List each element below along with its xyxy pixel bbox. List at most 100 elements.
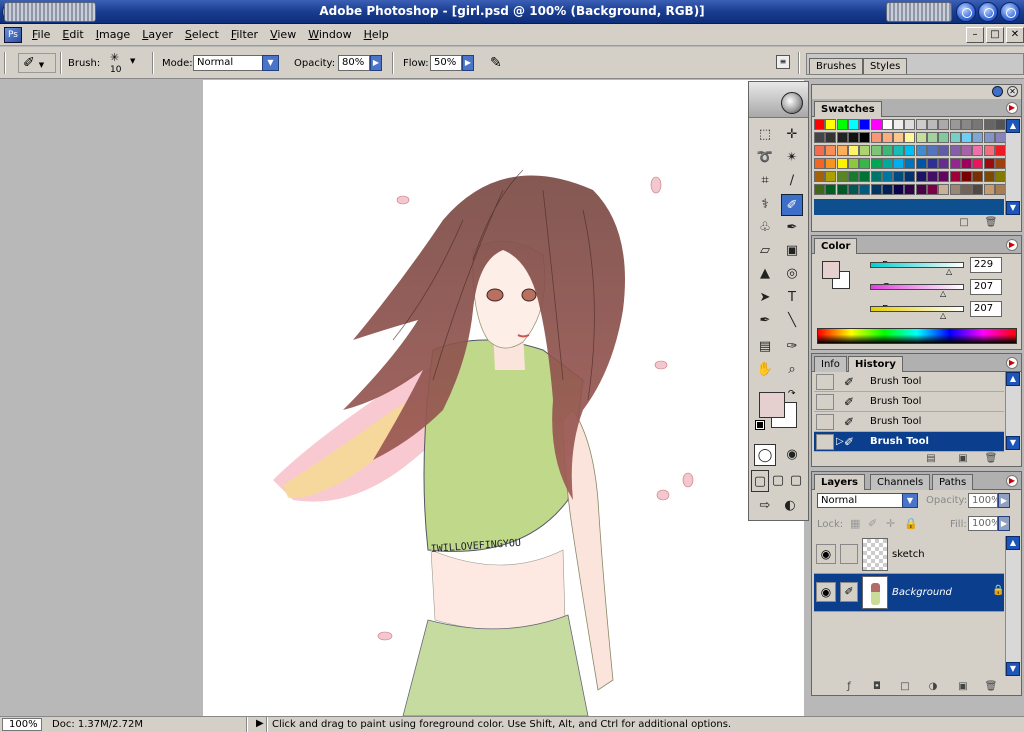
color-swatch[interactable] xyxy=(983,119,995,130)
maximize-window-button[interactable] xyxy=(978,2,998,22)
color-swatch[interactable] xyxy=(949,119,961,130)
color-swatch[interactable] xyxy=(949,145,961,156)
color-swatch[interactable] xyxy=(983,184,995,195)
menu-filter[interactable]: Filter xyxy=(225,28,264,41)
menu-layer[interactable]: Layer xyxy=(136,28,179,41)
brush-tool-icon[interactable]: ✐ xyxy=(781,194,803,216)
color-swatch[interactable] xyxy=(904,171,916,182)
doc-restore-button[interactable]: □ xyxy=(986,27,1004,43)
color-swatch[interactable] xyxy=(825,158,837,169)
eraser-tool-icon[interactable]: ▱ xyxy=(754,240,776,262)
document-icon[interactable]: Ps xyxy=(4,26,22,43)
layer-mask-icon[interactable]: ◘ xyxy=(870,681,884,693)
zoom-level-input[interactable]: 100% xyxy=(2,718,42,731)
color-swatch[interactable] xyxy=(870,184,882,195)
minimize-panel-icon[interactable] xyxy=(992,86,1003,97)
slider-thumb-icon[interactable]: △ xyxy=(940,289,946,298)
color-swatch[interactable] xyxy=(949,184,961,195)
slider-thumb-icon[interactable]: △ xyxy=(946,267,952,276)
color-swatch[interactable] xyxy=(814,145,825,156)
new-snapshot-icon[interactable]: ▣ xyxy=(956,453,970,465)
history-brush-tool-icon[interactable]: ✒ xyxy=(781,217,803,239)
standard-mode-icon[interactable]: ◯ xyxy=(754,444,776,466)
color-swatch[interactable] xyxy=(972,171,984,182)
adobe-online-icon[interactable] xyxy=(781,92,803,114)
tab-styles[interactable]: Styles xyxy=(863,58,908,74)
history-item-current[interactable]: ▷ ✐ Brush Tool xyxy=(814,432,1004,452)
blue-value-input[interactable]: 207 xyxy=(970,301,1002,317)
scroll-up-icon[interactable]: ▲ xyxy=(1006,119,1020,133)
scroll-up-icon[interactable]: ▲ xyxy=(1006,536,1020,550)
clone-stamp-tool-icon[interactable]: ♧ xyxy=(754,217,776,239)
pen-tool-icon[interactable]: ✒ xyxy=(754,310,776,332)
color-swatch[interactable] xyxy=(881,145,893,156)
swatch-grid[interactable] xyxy=(814,119,1006,203)
layer-row-sketch[interactable]: ◉ sketch xyxy=(814,536,1004,574)
panel-menu-icon[interactable]: ▶ xyxy=(1006,102,1018,114)
layer-link-cell[interactable] xyxy=(840,544,858,564)
history-scrollbar[interactable]: ▲ ▼ xyxy=(1005,372,1020,450)
color-swatch[interactable] xyxy=(938,158,950,169)
menu-window[interactable]: Window xyxy=(302,28,357,41)
color-swatch[interactable] xyxy=(904,119,916,130)
opacity-input[interactable]: 80% xyxy=(338,55,370,71)
menu-help[interactable]: Help xyxy=(358,28,395,41)
eye-icon[interactable]: ◉ xyxy=(816,544,836,564)
color-swatch[interactable] xyxy=(972,158,984,169)
history-item[interactable]: ✐ Brush Tool xyxy=(814,392,1004,412)
palette-well-toggle-icon[interactable]: ≡ xyxy=(776,55,790,69)
gradient-tool-icon[interactable]: ▣ xyxy=(781,240,803,262)
doc-close-button[interactable]: ✕ xyxy=(1006,27,1024,43)
color-swatch[interactable] xyxy=(814,171,825,182)
type-tool-icon[interactable]: T xyxy=(781,287,803,309)
color-swatch[interactable] xyxy=(938,119,950,130)
healing-brush-tool-icon[interactable]: ⚕ xyxy=(754,194,776,216)
jump-to-imageready-icon[interactable]: ⇨ xyxy=(754,495,776,517)
hand-tool-icon[interactable]: ✋ xyxy=(754,359,776,381)
color-swatch[interactable] xyxy=(915,158,927,169)
layer-opacity-slider-button[interactable]: ▶ xyxy=(998,493,1010,508)
tab-history[interactable]: History xyxy=(848,356,903,372)
standard-screen-mode-icon[interactable]: ▢ xyxy=(751,470,769,492)
history-item[interactable]: ✐ Brush Tool xyxy=(814,412,1004,432)
blue-slider[interactable] xyxy=(870,306,964,312)
layer-row-background[interactable]: ◉ ✐ Background 🔒 xyxy=(814,574,1004,612)
history-snapshot-cell[interactable] xyxy=(816,394,834,410)
tab-brushes[interactable]: Brushes xyxy=(809,58,864,74)
color-swatch[interactable] xyxy=(938,132,950,143)
tab-color[interactable]: Color xyxy=(814,238,858,254)
tab-info[interactable]: Info xyxy=(814,356,847,372)
color-swatch[interactable] xyxy=(893,132,905,143)
color-swatch[interactable] xyxy=(983,132,995,143)
color-swatch[interactable] xyxy=(960,145,972,156)
color-swatch[interactable] xyxy=(836,119,848,130)
color-swatch[interactable] xyxy=(847,184,859,195)
color-swatch[interactable] xyxy=(870,132,882,143)
color-swatch[interactable] xyxy=(904,184,916,195)
move-tool-icon[interactable]: ✛ xyxy=(781,124,803,146)
lock-image-icon[interactable]: ✐ xyxy=(868,517,877,530)
color-swatch[interactable] xyxy=(972,132,984,143)
color-swatch[interactable] xyxy=(814,184,825,195)
swap-colors-icon[interactable]: ↷ xyxy=(788,389,796,399)
color-swatch[interactable] xyxy=(836,145,848,156)
scroll-down-icon[interactable]: ▼ xyxy=(1006,201,1020,215)
new-layer-set-icon[interactable]: □ xyxy=(898,681,912,693)
color-swatch[interactable] xyxy=(881,171,893,182)
color-swatch[interactable] xyxy=(893,119,905,130)
blend-mode-dropdown-button[interactable]: ▼ xyxy=(902,493,918,508)
new-document-from-state-icon[interactable]: ▤ xyxy=(924,453,938,465)
lock-position-icon[interactable]: ✛ xyxy=(886,517,895,530)
menu-image[interactable]: Image xyxy=(90,28,136,41)
mode-select[interactable]: Normal xyxy=(193,55,263,71)
color-swatch[interactable] xyxy=(859,171,871,182)
imageready-icon[interactable]: ◐ xyxy=(779,495,801,517)
layer-opacity-input[interactable]: 100% xyxy=(968,493,1001,508)
color-swatch[interactable] xyxy=(960,171,972,182)
color-swatch[interactable] xyxy=(927,184,938,195)
magic-wand-tool-icon[interactable]: ✴ xyxy=(781,147,803,169)
color-swatch[interactable] xyxy=(814,119,825,130)
color-swatch[interactable] xyxy=(825,171,837,182)
menu-file[interactable]: File xyxy=(26,28,56,41)
line-tool-icon[interactable]: ╲ xyxy=(781,310,803,332)
